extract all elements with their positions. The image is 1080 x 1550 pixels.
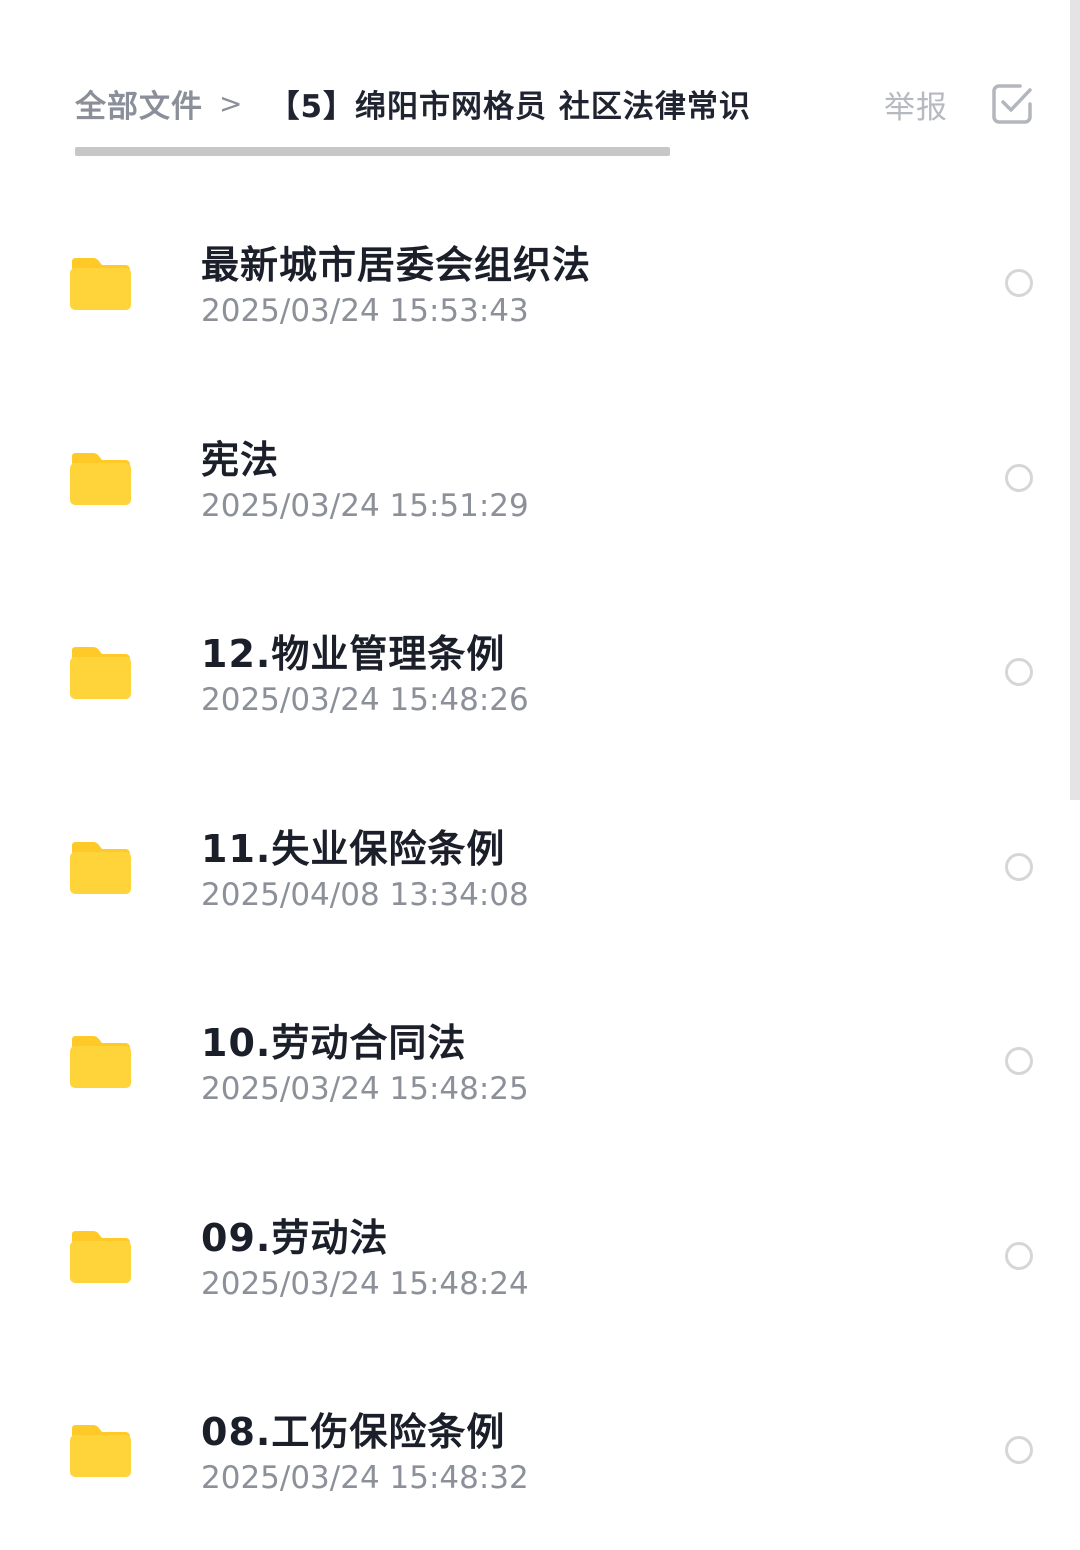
file-name: 10.劳动合同法 — [201, 1021, 467, 1065]
file-list-item[interactable]: 最新城市居委会组织法 2025/03/24 15:53:43 — [0, 188, 1070, 383]
file-modified-time: 2025/03/24 15:48:26 — [201, 682, 529, 718]
file-modified-time: 2025/03/24 15:48:24 — [201, 1265, 529, 1302]
file-modified-time: 2025/03/24 15:53:43 — [201, 293, 529, 329]
file-name: 12.物业管理条例 — [201, 632, 506, 676]
folder-icon — [70, 1230, 131, 1283]
file-list-item[interactable]: 12.物业管理条例 2025/03/24 15:48:26 — [0, 577, 1070, 772]
file-list: 最新城市居委会组织法 2025/03/24 15:53:43 宪法 2025/0… — [0, 188, 1080, 1550]
file-modified-time: 2025/03/24 15:48:32 — [201, 1460, 529, 1496]
folder-icon — [70, 841, 131, 894]
file-modified-time: 2025/03/24 15:48:25 — [201, 1071, 529, 1107]
file-list-item[interactable]: 09.劳动法 2025/03/24 15:48:24 — [0, 1161, 1070, 1356]
file-name: 11.失业保险条例 — [201, 826, 506, 871]
file-list-item[interactable]: 11.失业保险条例 2025/04/08 13:34:08 — [0, 772, 1070, 967]
select-radio[interactable] — [1005, 269, 1033, 297]
breadcrumb-current-folder: 【5】绵阳市网格员 社区法律常识 （ — [268, 88, 780, 125]
folder-icon — [70, 452, 131, 505]
breadcrumb-separator: > — [219, 86, 243, 120]
breadcrumb-scrollbar[interactable] — [75, 147, 670, 156]
folder-icon — [70, 1036, 131, 1088]
select-radio[interactable] — [1005, 1436, 1033, 1464]
select-radio[interactable] — [1005, 1047, 1033, 1075]
select-radio[interactable] — [1005, 658, 1033, 686]
checkbox-icon[interactable] — [990, 82, 1034, 126]
file-list-item[interactable]: 10.劳动合同法 2025/03/24 15:48:25 — [0, 966, 1070, 1161]
file-name: 宪法 — [201, 437, 280, 482]
breadcrumb-root[interactable]: 全部文件 — [75, 81, 203, 126]
file-list-item[interactable]: 宪法 2025/03/24 15:51:29 — [0, 383, 1070, 578]
select-radio[interactable] — [1005, 852, 1033, 881]
file-name: 最新城市居委会组织法 — [201, 243, 592, 287]
file-modified-time: 2025/03/24 15:51:29 — [201, 487, 529, 524]
folder-icon — [70, 258, 131, 310]
file-name: 09.劳动法 — [201, 1215, 389, 1260]
file-modified-time: 2025/04/08 13:34:08 — [201, 876, 529, 913]
folder-icon — [70, 1425, 131, 1477]
breadcrumb: 全部文件 > 【5】绵阳市网格员 社区法律常识 （ — [75, 78, 780, 128]
folder-icon — [70, 647, 131, 699]
file-name: 08.工伤保险条例 — [201, 1410, 506, 1454]
select-radio[interactable] — [1005, 463, 1033, 492]
report-button[interactable]: 举报 — [884, 82, 948, 127]
file-list-item[interactable]: 08.工伤保险条例 2025/03/24 15:48:32 — [0, 1355, 1070, 1550]
select-radio[interactable] — [1005, 1241, 1033, 1270]
top-bar: 全部文件 > 【5】绵阳市网格员 社区法律常识 （ 举报 — [0, 0, 1080, 200]
